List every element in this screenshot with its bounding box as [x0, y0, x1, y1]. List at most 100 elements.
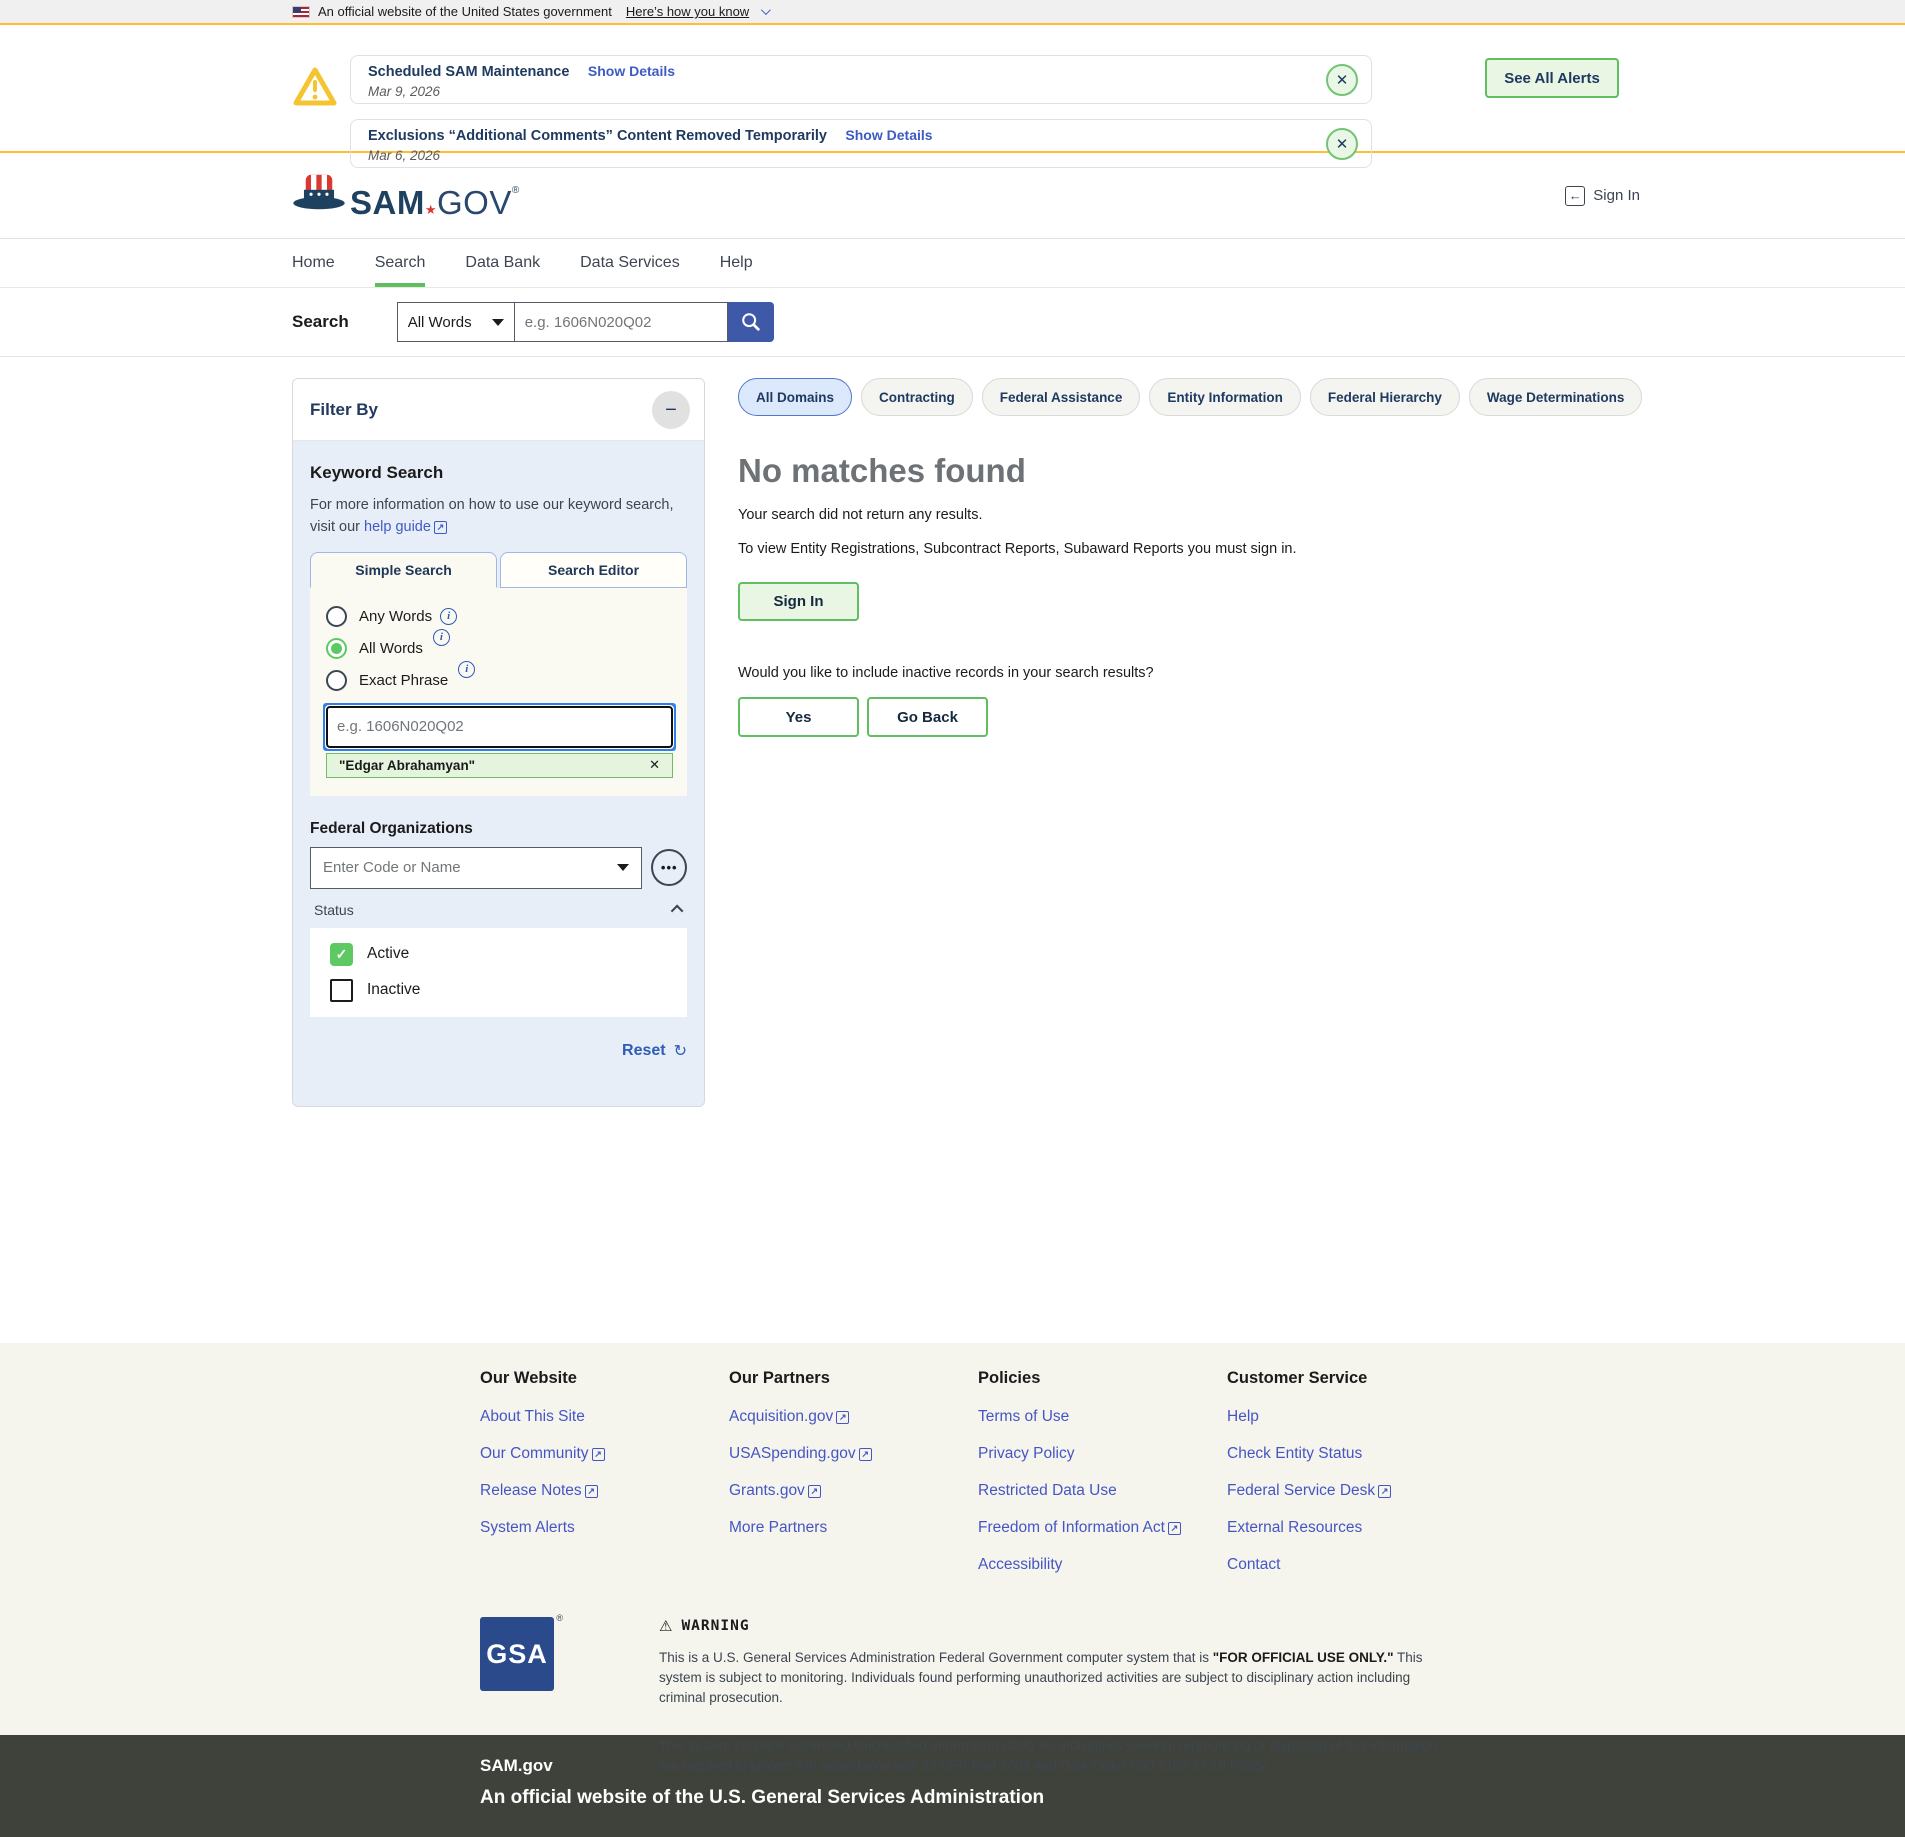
- see-all-alerts-button[interactable]: See All Alerts: [1485, 58, 1619, 98]
- footer: Our Website About This Site Our Communit…: [0, 1343, 1905, 1735]
- footer-link-label: Privacy Policy: [978, 1445, 1074, 1462]
- info-icon[interactable]: i: [458, 661, 475, 678]
- warning-title: WARNING: [681, 1618, 749, 1634]
- domain-filter-pills: All Domains Contracting Federal Assistan…: [738, 378, 1578, 416]
- warning-paragraph-2: This system contains Controlled Unclassi…: [659, 1736, 1459, 1776]
- warning-text: This is a U.S. General Services Administ…: [659, 1650, 1213, 1665]
- footer-link-contact[interactable]: Contact: [1227, 1556, 1487, 1574]
- show-details-link[interactable]: Show Details: [588, 63, 675, 79]
- domain-pill-contracting[interactable]: Contracting: [861, 378, 973, 416]
- nav-item-search[interactable]: Search: [375, 239, 426, 287]
- nav-item-home[interactable]: Home: [292, 239, 335, 287]
- footer-link-more-partners[interactable]: More Partners: [729, 1519, 978, 1537]
- nav-item-data-services[interactable]: Data Services: [580, 239, 680, 287]
- footer-link-privacy-policy[interactable]: Privacy Policy: [978, 1445, 1227, 1463]
- brand-text: SAM★GOV®: [350, 186, 520, 219]
- any-words-radio[interactable]: [326, 606, 347, 627]
- keyword-chip: "Edgar Abrahamyan" ✕: [326, 753, 673, 778]
- footer-link-acquisition-gov[interactable]: Acquisition.gov↗: [729, 1408, 978, 1426]
- dropdown-arrow-icon: [492, 319, 504, 326]
- status-option-active[interactable]: ✓ Active: [330, 943, 687, 966]
- footer-link-our-community[interactable]: Our Community↗: [480, 1445, 729, 1463]
- results-area: All Domains Contracting Federal Assistan…: [738, 378, 1578, 1343]
- alert-close-button[interactable]: ✕: [1326, 64, 1358, 96]
- footer-link-accessibility[interactable]: Accessibility: [978, 1556, 1227, 1574]
- help-guide-link[interactable]: help guide: [364, 519, 431, 535]
- search-submit-button[interactable]: [728, 302, 774, 342]
- footer-link-restricted-data-use[interactable]: Restricted Data Use: [978, 1482, 1227, 1500]
- go-back-button[interactable]: Go Back: [867, 697, 988, 737]
- footer-link-terms-of-use[interactable]: Terms of Use: [978, 1408, 1227, 1426]
- alert-title: Scheduled SAM Maintenance: [368, 64, 569, 80]
- org-combobox[interactable]: [310, 847, 642, 889]
- domain-pill-entity-information[interactable]: Entity Information: [1149, 378, 1301, 416]
- yes-button[interactable]: Yes: [738, 697, 859, 737]
- uncle-sam-hat-icon: [292, 173, 346, 219]
- status-title: Status: [314, 902, 354, 918]
- org-more-options-button[interactable]: •••: [651, 849, 687, 886]
- domain-pill-all-domains[interactable]: All Domains: [738, 378, 852, 416]
- info-icon[interactable]: i: [440, 608, 457, 625]
- warning-paragraph-1: This is a U.S. General Services Administ…: [659, 1648, 1459, 1708]
- header-sign-in-link[interactable]: ← Sign In: [1565, 186, 1640, 206]
- inactive-label: Inactive: [367, 981, 420, 999]
- domain-pill-federal-assistance[interactable]: Federal Assistance: [982, 378, 1141, 416]
- show-details-link[interactable]: Show Details: [845, 127, 932, 143]
- footer-link-foia[interactable]: Freedom of Information Act↗: [978, 1519, 1227, 1537]
- chip-remove-icon[interactable]: ✕: [649, 757, 660, 773]
- exact-phrase-radio[interactable]: [326, 670, 347, 691]
- collapse-filters-button[interactable]: −: [652, 391, 690, 429]
- domain-pill-wage-determinations[interactable]: Wage Determinations: [1469, 378, 1643, 416]
- footer-link-label: Freedom of Information Act: [978, 1519, 1165, 1536]
- sign-in-button[interactable]: Sign In: [738, 582, 859, 621]
- status-option-inactive[interactable]: Inactive: [330, 979, 687, 1002]
- footer-link-check-entity-status[interactable]: Check Entity Status: [1227, 1445, 1487, 1463]
- tab-search-editor[interactable]: Search Editor: [500, 552, 687, 588]
- footer-link-about-this-site[interactable]: About This Site: [480, 1408, 729, 1426]
- footer-link-label: Contact: [1227, 1556, 1280, 1573]
- active-checkbox[interactable]: ✓: [330, 943, 353, 966]
- sam-gov-logo[interactable]: SAM★GOV®: [292, 173, 520, 219]
- how-you-know-link[interactable]: Here’s how you know: [626, 4, 749, 19]
- alerts-section: Scheduled SAM Maintenance Show Details M…: [0, 25, 1905, 153]
- footer-link-release-notes[interactable]: Release Notes↗: [480, 1482, 729, 1500]
- footer-link-grants-gov[interactable]: Grants.gov↗: [729, 1482, 978, 1500]
- chevron-up-icon[interactable]: [671, 905, 684, 918]
- footer-link-label: Check Entity Status: [1227, 1445, 1362, 1462]
- page: An official website of the United States…: [0, 0, 1905, 1837]
- alert-close-button[interactable]: ✕: [1326, 128, 1358, 160]
- footer-link-help[interactable]: Help: [1227, 1408, 1487, 1426]
- info-icon[interactable]: i: [433, 629, 450, 646]
- reset-link[interactable]: Reset: [622, 1042, 666, 1060]
- active-label: Active: [367, 945, 409, 963]
- domain-pill-federal-hierarchy[interactable]: Federal Hierarchy: [1310, 378, 1460, 416]
- footer-link-external-resources[interactable]: External Resources: [1227, 1519, 1487, 1537]
- tab-simple-search[interactable]: Simple Search: [310, 552, 497, 588]
- reset-icon[interactable]: ↻: [674, 1041, 687, 1061]
- star-icon: ★: [425, 202, 437, 217]
- inactive-checkbox[interactable]: [330, 979, 353, 1002]
- footer-link-federal-service-desk[interactable]: Federal Service Desk↗: [1227, 1482, 1487, 1500]
- keyword-input[interactable]: [326, 706, 673, 748]
- nav-item-data-bank[interactable]: Data Bank: [465, 239, 540, 287]
- org-input[interactable]: [323, 859, 617, 876]
- footer-link-label: More Partners: [729, 1519, 827, 1536]
- footer-link-label: System Alerts: [480, 1519, 575, 1536]
- ellipsis-icon: •••: [661, 860, 678, 875]
- all-words-radio[interactable]: [326, 638, 347, 659]
- no-matches-title: No matches found: [738, 452, 1578, 490]
- status-header: Status: [310, 902, 687, 918]
- chip-label: "Edgar Abrahamyan": [339, 758, 475, 773]
- search-input[interactable]: [514, 302, 728, 342]
- footer-link-usaspending-gov[interactable]: USASpending.gov↗: [729, 1445, 978, 1463]
- no-results-text: Your search did not return any results.: [738, 507, 1578, 523]
- nav-item-help[interactable]: Help: [720, 239, 753, 287]
- federal-organizations-row: •••: [310, 847, 687, 889]
- alert-title: Exclusions “Additional Comments” Content…: [368, 128, 827, 144]
- gsa-registered-mark: ®: [556, 1613, 563, 1623]
- footer-link-system-alerts[interactable]: System Alerts: [480, 1519, 729, 1537]
- search-mode-select[interactable]: All Words: [397, 302, 514, 342]
- dropdown-arrow-icon[interactable]: [617, 864, 629, 871]
- chevron-down-icon[interactable]: [761, 5, 771, 15]
- footer-link-label: External Resources: [1227, 1519, 1362, 1536]
